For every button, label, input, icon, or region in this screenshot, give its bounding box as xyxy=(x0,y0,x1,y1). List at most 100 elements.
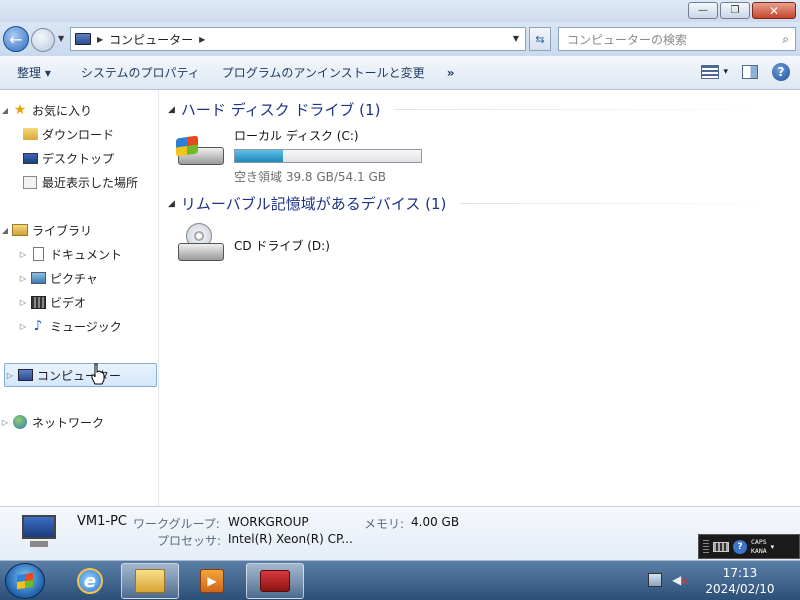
nav-label: ネットワーク xyxy=(32,415,105,430)
group-header-hdd[interactable]: ◢ ハード ディスク ドライブ (1) xyxy=(168,99,788,120)
drive-d[interactable]: CD ドライブ (D:) xyxy=(176,223,330,267)
nav-label: ビデオ xyxy=(50,295,87,310)
explorer-folder-icon xyxy=(135,569,165,593)
recent-pages-dropdown-icon[interactable]: ▼ xyxy=(58,34,64,43)
memory-value: 4.00 GB xyxy=(411,515,460,529)
maximize-button[interactable]: ❐ xyxy=(720,2,750,19)
nav-network[interactable]: ▷ ネットワーク xyxy=(0,412,159,432)
expand-icon[interactable]: ▷ xyxy=(18,298,28,307)
taskbar-media-player[interactable]: ▶ xyxy=(183,563,241,599)
group-header-removable[interactable]: ◢ リムーバブル記憶域があるデバイス (1) xyxy=(168,193,788,214)
cd-drive-icon xyxy=(176,223,226,267)
recent-places-icon xyxy=(22,175,38,189)
media-player-icon: ▶ xyxy=(200,569,224,593)
change-view-icon[interactable] xyxy=(701,65,720,79)
nav-label: 最近表示した場所 xyxy=(42,175,139,190)
ime-status[interactable]: CAPS KANA xyxy=(751,538,767,556)
address-dropdown-icon[interactable]: ▼ xyxy=(513,34,519,43)
forward-button[interactable] xyxy=(31,28,55,52)
collapse-icon[interactable]: ◢ xyxy=(168,105,175,115)
group-title: リムーバブル記憶域があるデバイス (1) xyxy=(180,195,447,213)
library-icon xyxy=(12,223,28,237)
desktop-icon xyxy=(22,151,38,165)
window-controls: — ❐ ✕ xyxy=(688,2,796,19)
nav-libraries[interactable]: ◢ ライブラリ xyxy=(0,220,159,240)
back-button[interactable]: ← xyxy=(3,26,29,52)
muted-x-icon: ✕ xyxy=(680,577,689,588)
start-button[interactable] xyxy=(5,563,45,599)
clock[interactable]: 17:13 2024/02/10 xyxy=(700,565,780,597)
clock-date: 2024/02/10 xyxy=(705,582,775,596)
nav-documents[interactable]: ▷ ドキュメント xyxy=(0,244,159,264)
refresh-button[interactable]: ⇆ xyxy=(529,27,551,51)
search-icon[interactable]: ⌕ xyxy=(782,32,789,47)
nav-desktop[interactable]: デスクトップ xyxy=(0,148,159,168)
computer-icon xyxy=(18,515,60,549)
content-pane: ◢ ハード ディスク ドライブ (1) ローカル ディスク (C:) 空き領域 … xyxy=(160,91,800,506)
caps-indicator: CAPS xyxy=(751,537,767,546)
taskbar-explorer[interactable] xyxy=(121,563,179,599)
expand-icon[interactable]: ▷ xyxy=(5,371,15,380)
expand-icon[interactable]: ▷ xyxy=(18,274,28,283)
help-icon[interactable]: ? xyxy=(733,539,747,554)
nav-label: コンピューター xyxy=(37,368,122,383)
network-tray-icon[interactable] xyxy=(648,573,662,587)
preview-pane-icon[interactable] xyxy=(742,65,758,79)
video-icon xyxy=(30,295,46,309)
address-row: ← ▼ ▶ コンピューター ▶ ▼ ⇆ コンピューターの検索 ⌕ xyxy=(0,22,800,56)
taskbar-internet-explorer[interactable]: e xyxy=(61,563,119,599)
expand-icon[interactable]: ▷ xyxy=(0,418,10,427)
document-icon xyxy=(30,247,46,261)
organize-button[interactable]: 整理 ▾ xyxy=(0,64,59,81)
breadcrumb-separator-icon[interactable]: ▶ xyxy=(97,35,103,44)
expand-icon[interactable]: ▷ xyxy=(18,250,28,259)
computer-icon xyxy=(75,33,91,45)
uninstall-program-button[interactable]: プログラムのアンインストールと変更 xyxy=(214,64,433,81)
help-icon[interactable]: ? xyxy=(772,63,790,81)
collapse-icon[interactable]: ◢ xyxy=(0,226,10,235)
view-options-dropdown-icon[interactable]: ▾ xyxy=(723,67,728,77)
more-commands-button[interactable]: » xyxy=(439,66,463,80)
nav-label: ダウンロード xyxy=(42,127,115,142)
computer-name: VM1-PC xyxy=(77,514,127,529)
address-bar[interactable]: ▶ コンピューター ▶ ▼ xyxy=(70,27,526,51)
nav-label: デスクトップ xyxy=(42,151,115,166)
keyboard-icon[interactable] xyxy=(713,541,729,552)
nav-music[interactable]: ▷ ♪ ミュージック xyxy=(0,316,159,336)
grip-icon[interactable] xyxy=(703,539,709,554)
nav-pictures[interactable]: ▷ ピクチャ xyxy=(0,268,159,288)
collapse-icon[interactable]: ◢ xyxy=(168,199,175,209)
internet-explorer-icon: e xyxy=(77,568,103,594)
group-divider xyxy=(460,203,788,204)
processor-value: Intel(R) Xeon(R) CP... xyxy=(228,532,353,546)
nav-downloads[interactable]: ダウンロード xyxy=(0,124,159,144)
group-title: ハード ディスク ドライブ (1) xyxy=(180,101,381,119)
expand-icon[interactable]: ▷ xyxy=(18,322,28,331)
nav-videos[interactable]: ▷ ビデオ xyxy=(0,292,159,312)
nav-label: ライブラリ xyxy=(32,223,93,238)
details-pane: VM1-PC ワークグループ: WORKGROUP メモリ: 4.00 GB プ… xyxy=(0,506,800,560)
chevron-down-icon[interactable]: ▾ xyxy=(771,543,775,551)
taskbar-toolbox[interactable] xyxy=(246,563,304,599)
hard-drive-icon xyxy=(176,127,226,171)
pictures-icon xyxy=(30,271,46,285)
minimize-button[interactable]: — xyxy=(688,2,718,19)
system-properties-button[interactable]: システムのプロパティ xyxy=(73,64,208,81)
nav-label: ミュージック xyxy=(50,319,122,334)
close-button[interactable]: ✕ xyxy=(752,2,796,19)
nav-label: ピクチャ xyxy=(50,271,98,286)
nav-computer[interactable]: ▷ コンピューター xyxy=(4,363,157,387)
processor-label: プロセッサ: xyxy=(157,534,222,548)
ime-language-bar: ? CAPS KANA ▾ xyxy=(698,534,800,559)
window-titlebar: — ❐ ✕ xyxy=(0,0,800,22)
search-input[interactable]: コンピューターの検索 ⌕ xyxy=(558,27,796,51)
nav-recent-places[interactable]: 最近表示した場所 xyxy=(0,172,159,192)
maximize-icon: ❐ xyxy=(730,5,740,16)
breadcrumb-separator-icon[interactable]: ▶ xyxy=(199,35,205,44)
drive-c[interactable]: ローカル ディスク (C:) 空き領域 39.8 GB/54.1 GB xyxy=(176,127,422,185)
nav-favorites[interactable]: ◢ ★ お気に入り xyxy=(0,100,159,120)
group-divider xyxy=(394,109,788,110)
breadcrumb-computer[interactable]: コンピューター xyxy=(109,31,193,48)
kana-indicator: KANA xyxy=(751,546,767,555)
collapse-icon[interactable]: ◢ xyxy=(0,106,10,115)
